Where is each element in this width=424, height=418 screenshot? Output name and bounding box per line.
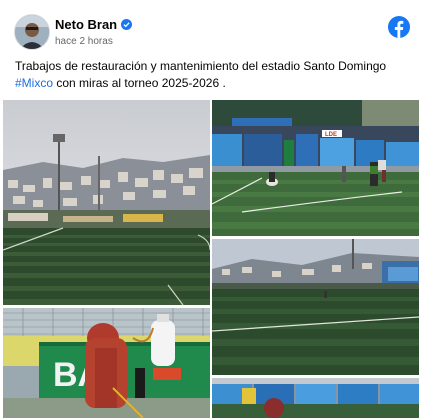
facebook-logo-icon[interactable] (388, 16, 410, 38)
caption-text-rest: con miras al torneo 2025-2026 . (53, 76, 226, 90)
verified-badge-icon (121, 19, 133, 30)
author-name-text[interactable]: Neto Bran (55, 17, 117, 32)
facebook-post-card: Neto Bran hace 2 horas Trabajos de resta… (0, 0, 424, 418)
post-header: Neto Bran hace 2 horas (10, 14, 414, 50)
post-caption: Trabajos de restauración y mantenimiento… (15, 58, 411, 92)
photo-workers-field-stands[interactable]: LDE (212, 100, 419, 236)
author-name[interactable]: Neto Bran (55, 17, 133, 32)
photo-worker-sprayer[interactable]: BAN (3, 308, 210, 418)
caption-text: Trabajos de restauración y mantenimiento… (15, 59, 387, 73)
photo-stands-worker[interactable] (212, 378, 419, 418)
avatar[interactable] (14, 14, 50, 50)
photo-field-hills[interactable] (212, 239, 419, 375)
photo-stadium-field-wide[interactable] (3, 100, 210, 305)
post-timestamp[interactable]: hace 2 horas (55, 36, 113, 47)
photo2-banner-text: LDE (325, 132, 337, 138)
hashtag-link[interactable]: #Mixco (15, 76, 53, 90)
